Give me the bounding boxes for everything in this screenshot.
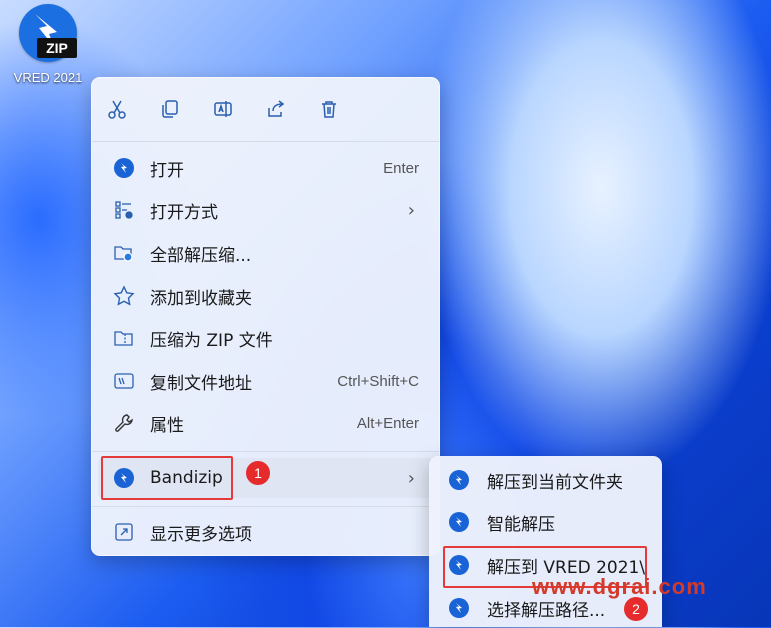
- delete-icon[interactable]: [314, 94, 344, 124]
- open-with-icon: [112, 198, 136, 222]
- chevron-right-icon: ›: [407, 199, 415, 221]
- share-icon[interactable]: [261, 94, 291, 124]
- menu-item-add-favorites[interactable]: 添加到收藏夹: [98, 276, 433, 316]
- menu-item-copy-path[interactable]: 复制文件地址 Ctrl+Shift+C: [98, 361, 433, 401]
- star-icon: [112, 284, 136, 308]
- menu-item-label: 打开: [150, 160, 184, 181]
- submenu-item-label: 智能解压: [487, 514, 555, 535]
- bandizip-icon: [449, 470, 469, 490]
- desktop-icon-label: VRED 2021: [13, 70, 83, 85]
- shortcut-label: Alt+Enter: [356, 414, 419, 432]
- menu-item-compress-zip[interactable]: 压缩为 ZIP 文件: [98, 318, 433, 358]
- watermark: www.dgrai.com: [532, 574, 707, 599]
- menu-item-label: 打开方式: [150, 202, 218, 223]
- bandizip-icon: [449, 598, 469, 618]
- bandizip-archive-icon: ZIP: [19, 4, 77, 62]
- step-badge-2: 2: [624, 597, 648, 621]
- menu-item-open[interactable]: 打开 Enter: [98, 148, 433, 188]
- bandizip-icon: [112, 156, 136, 180]
- menu-item-label: 属性: [150, 415, 184, 436]
- copy-icon[interactable]: [155, 94, 185, 124]
- more-options-icon: [112, 520, 136, 544]
- rename-icon[interactable]: [208, 94, 238, 124]
- cut-icon[interactable]: [102, 94, 132, 124]
- menu-item-open-with[interactable]: 打开方式 ›: [98, 190, 433, 230]
- wrench-icon: [112, 411, 136, 435]
- divider: [92, 506, 439, 507]
- submenu-item-label: 解压到当前文件夹: [487, 472, 623, 493]
- divider: [92, 141, 439, 142]
- zip-tag: ZIP: [37, 38, 77, 58]
- menu-item-label: 压缩为 ZIP 文件: [150, 330, 273, 351]
- copy-path-icon: [112, 369, 136, 393]
- divider: [92, 451, 439, 452]
- step-badge-1: 1: [246, 461, 270, 485]
- context-toolbar: [102, 88, 344, 130]
- menu-item-label: 显示更多选项: [150, 524, 252, 545]
- menu-item-properties[interactable]: 属性 Alt+Enter: [98, 403, 433, 443]
- menu-item-label: 添加到收藏夹: [150, 288, 252, 309]
- extract-all-icon: [112, 241, 136, 265]
- menu-item-show-more[interactable]: 显示更多选项: [98, 512, 433, 552]
- menu-item-extract-all[interactable]: 全部解压缩...: [98, 233, 433, 273]
- menu-item-label: 复制文件地址: [150, 373, 252, 394]
- submenu-item-smart-extract[interactable]: 智能解压: [435, 502, 656, 542]
- desktop-file-icon[interactable]: ZIP VRED 2021: [4, 4, 92, 94]
- zip-folder-icon: [112, 326, 136, 350]
- highlight-box-bandizip: [101, 456, 233, 500]
- chevron-right-icon: ›: [407, 467, 415, 489]
- bandizip-icon: [449, 512, 469, 532]
- submenu-item-extract-here[interactable]: 解压到当前文件夹: [435, 460, 656, 500]
- menu-item-label: 全部解压缩...: [150, 245, 252, 266]
- shortcut-label: Enter: [383, 159, 419, 177]
- shortcut-label: Ctrl+Shift+C: [337, 372, 419, 390]
